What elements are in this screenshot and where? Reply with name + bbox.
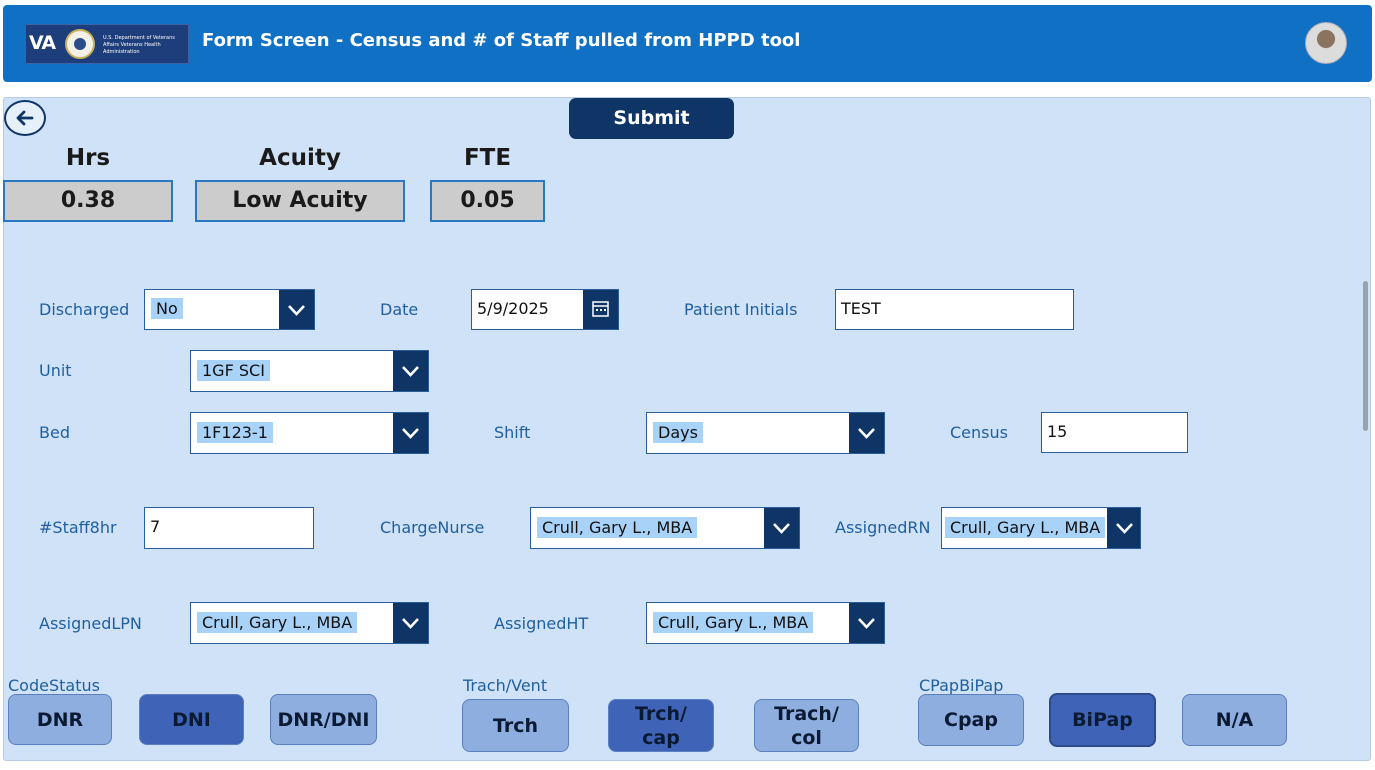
chevron-down-icon — [393, 413, 428, 453]
fte-value: 0.05 — [430, 180, 545, 222]
assigned-rn-dropdown[interactable]: Crull, Gary L., MBA — [941, 507, 1141, 549]
arrow-left-icon — [16, 110, 34, 126]
assigned-rn-label: AssignedRN — [835, 518, 931, 537]
scrollbar[interactable] — [1363, 281, 1368, 431]
charge-nurse-label: ChargeNurse — [380, 518, 485, 537]
va-logo-text: VA — [29, 32, 56, 54]
trach-vent-trch-button[interactable]: Trch — [462, 699, 569, 752]
bed-dropdown[interactable]: 1F123-1 — [190, 412, 429, 454]
shift-dropdown[interactable]: Days — [646, 412, 885, 454]
charge-nurse-value: Crull, Gary L., MBA — [537, 517, 698, 538]
option-label: Trch/cap — [635, 702, 687, 749]
assigned-ht-value: Crull, Gary L., MBA — [653, 612, 814, 633]
hrs-value: 0.38 — [3, 180, 173, 222]
date-value: 5/9/2025 — [477, 299, 549, 318]
assigned-rn-value: Crull, Gary L., MBA — [945, 517, 1106, 538]
census-label: Census — [950, 423, 1008, 442]
patient-initials-label: Patient Initials — [684, 300, 798, 319]
code-status-label: CodeStatus — [8, 676, 100, 695]
bipap-button[interactable]: BiPap — [1049, 693, 1156, 747]
staff8hr-label: #Staff8hr — [39, 518, 117, 537]
bed-value: 1F123-1 — [197, 422, 273, 443]
discharged-label: Discharged — [39, 300, 130, 319]
na-button[interactable]: N/A — [1182, 694, 1287, 746]
chevron-down-icon — [1107, 508, 1140, 548]
shift-value: Days — [653, 422, 703, 443]
code-status-dni-button[interactable]: DNI — [139, 694, 244, 745]
assigned-lpn-dropdown[interactable]: Crull, Gary L., MBA — [190, 602, 429, 644]
va-logo: VA U.S. Department of Veterans Affairs V… — [25, 24, 189, 64]
acuity-label: Acuity — [259, 145, 341, 171]
assigned-lpn-label: AssignedLPN — [39, 614, 142, 633]
calendar-icon[interactable] — [583, 290, 618, 329]
chevron-down-icon — [849, 603, 884, 643]
fte-label: FTE — [463, 145, 512, 171]
staff8hr-input[interactable]: 7 — [144, 507, 314, 549]
back-button[interactable] — [4, 100, 46, 136]
chevron-down-icon — [393, 603, 428, 643]
acuity-value: Low Acuity — [195, 180, 405, 222]
va-logo-dept: U.S. Department of Veterans Affairs Vete… — [103, 35, 175, 55]
submit-button[interactable]: Submit — [569, 98, 734, 139]
date-label: Date — [380, 300, 419, 319]
code-status-dnr-dni-button[interactable]: DNR/DNI — [270, 694, 377, 745]
chevron-down-icon — [849, 413, 884, 453]
shift-label: Shift — [494, 423, 531, 442]
option-label: Trach/col — [774, 702, 839, 749]
assigned-ht-dropdown[interactable]: Crull, Gary L., MBA — [646, 602, 885, 644]
unit-label: Unit — [39, 361, 72, 380]
chevron-down-icon — [279, 290, 314, 329]
census-input[interactable]: 15 — [1041, 412, 1188, 453]
cpap-button[interactable]: Cpap — [918, 694, 1024, 746]
unit-value: 1GF SCI — [197, 360, 270, 381]
bed-label: Bed — [39, 423, 70, 442]
trach-vent-trch-cap-button[interactable]: Trch/cap — [608, 699, 714, 752]
patient-initials-input[interactable]: TEST — [835, 289, 1074, 330]
assigned-ht-label: AssignedHT — [494, 614, 589, 633]
charge-nurse-dropdown[interactable]: Crull, Gary L., MBA — [530, 507, 800, 549]
date-picker[interactable]: 5/9/2025 — [471, 289, 619, 330]
va-seal-icon — [65, 29, 95, 59]
trach-vent-trach-col-button[interactable]: Trach/col — [754, 699, 859, 752]
assigned-lpn-value: Crull, Gary L., MBA — [197, 612, 358, 633]
user-avatar[interactable] — [1305, 22, 1347, 64]
hrs-label: Hrs — [65, 145, 111, 171]
trach-vent-label: Trach/Vent — [463, 676, 548, 695]
unit-dropdown[interactable]: 1GF SCI — [190, 350, 429, 392]
page-title: Form Screen - Census and # of Staff pull… — [202, 30, 801, 51]
discharged-value: No — [151, 298, 183, 319]
code-status-dnr-button[interactable]: DNR — [8, 694, 112, 745]
chevron-down-icon — [393, 351, 428, 391]
chevron-down-icon — [764, 508, 799, 548]
cpap-bipap-label: CPapBiPap — [919, 676, 1004, 695]
discharged-dropdown[interactable]: No — [144, 289, 315, 330]
